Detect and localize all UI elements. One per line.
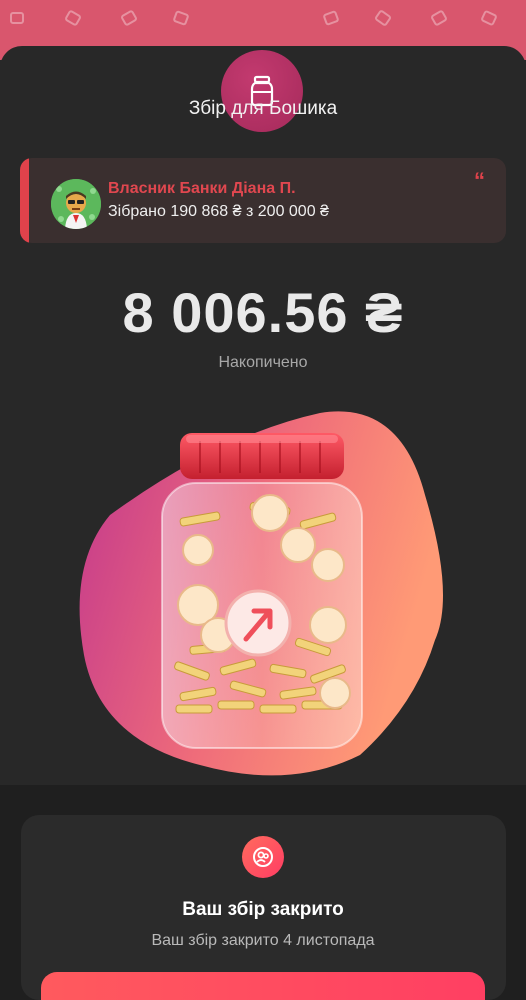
balance-label: Накопичено (218, 354, 308, 371)
owner-name: Власник Банки Діана П. (108, 180, 296, 197)
balance-amount: 8 006.56 ₴ (122, 281, 404, 344)
jar-pattern-icon (431, 10, 447, 26)
jar-illustration (79, 411, 443, 776)
jar-pattern-icon (173, 10, 189, 26)
jar-pattern-icon (65, 10, 81, 26)
jar-pattern-icon (375, 10, 391, 26)
jar-pattern-icon (121, 10, 137, 26)
status-subtitle: Ваш збір закрито 4 листопада (151, 932, 375, 949)
jar-pattern-icon (10, 12, 24, 24)
primary-action-button[interactable] (41, 972, 485, 1000)
collected-progress-text: Зібрано 190 868 ₴ з 200 000 ₴ (108, 203, 329, 220)
jar-pattern-icon (323, 10, 339, 26)
owner-card-accent (20, 158, 29, 243)
people-icon (253, 847, 273, 867)
quote-icon: “ (474, 168, 485, 193)
status-icon-badge (242, 836, 284, 878)
jar-pattern-icon (481, 10, 497, 26)
owner-card[interactable] (20, 158, 506, 243)
avatar (51, 179, 101, 229)
page-title: Збір для Бошика (188, 98, 338, 119)
status-title: Ваш збір закрито (182, 899, 344, 920)
